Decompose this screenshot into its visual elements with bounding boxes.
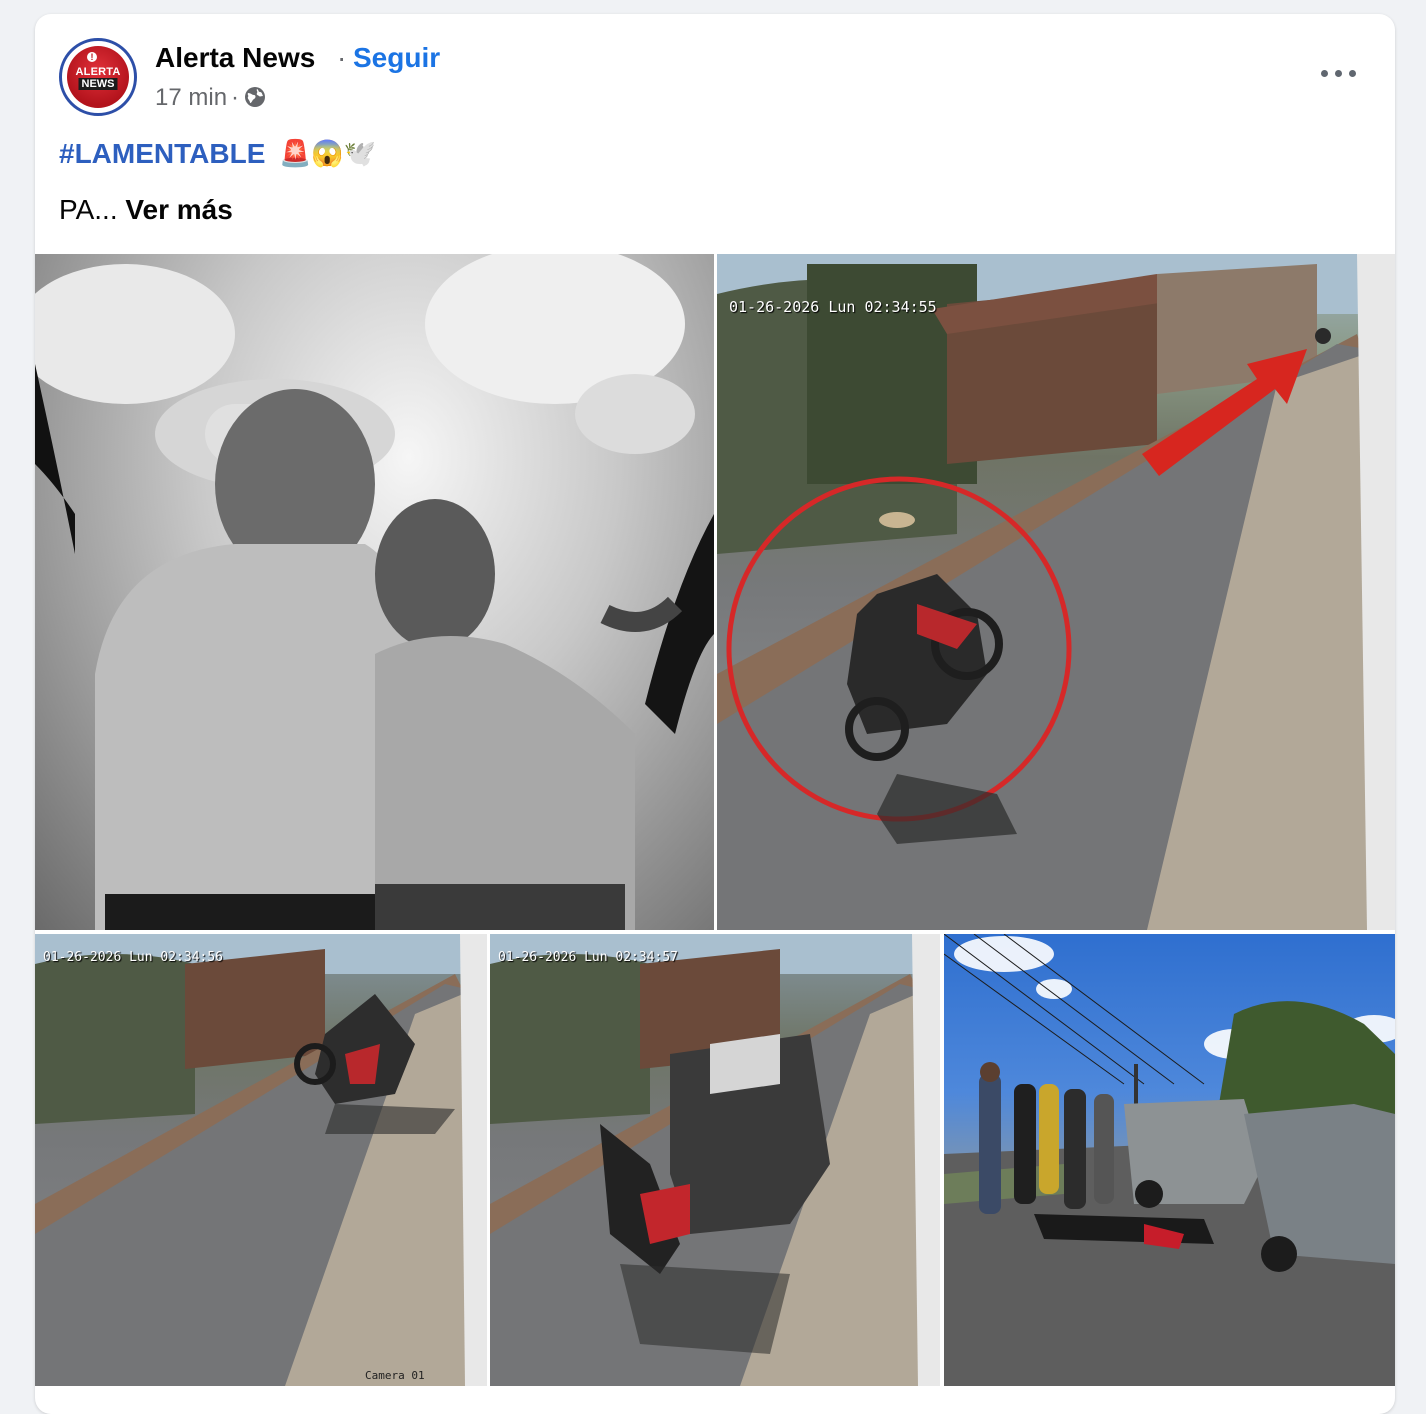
photo-cctv-collision-1[interactable]: 01-26-2026 Lun 02:34:56 Camera 01 [35,934,487,1386]
more-options-icon[interactable] [1319,58,1359,88]
header-separator: · [337,42,347,73]
alerta-news-logo: ! ALERTA NEWS [67,46,129,108]
photo-accident-scene[interactable] [944,934,1395,1386]
camera-label: Camera 01 [365,1369,425,1382]
cctv-collision-1-illustration [35,934,487,1386]
post-card: ! ALERTA NEWS Alerta News · Seguir 17 mi… [35,14,1395,1414]
cctv-collision-2-illustration [490,934,940,1386]
follow-button[interactable]: Seguir [353,42,440,74]
cctv-timestamp: 01-26-2026 Lun 02:34:56 [43,950,224,965]
alert-icon: ! [87,52,97,62]
post-text: PA... Ver más [59,194,233,226]
post-header: ! ALERTA NEWS Alerta News · Seguir 17 mi… [35,14,1395,124]
page-name-link[interactable]: Alerta News [155,42,315,74]
memorial-portrait-illustration [35,254,714,930]
hashtag-link[interactable]: #LAMENTABLE [59,138,265,170]
cctv-timestamp: 01-26-2026 Lun 02:34:57 [498,950,679,965]
see-more-link[interactable]: Ver más [125,194,232,225]
cctv-scene-illustration [717,254,1395,930]
post-emojis: 🚨😱🕊️ [279,138,377,168]
globe-icon[interactable] [243,85,267,116]
photo-memorial-portrait[interactable] [35,254,714,930]
accident-scene-illustration [944,934,1395,1386]
post-time[interactable]: 17 min [155,84,227,111]
meta-dot: · [231,84,240,111]
logo-text-alerta: ALERTA [75,66,121,78]
cctv-timestamp: 01-26-2026 Lun 02:34:55 [729,298,937,316]
logo-text-news: NEWS [78,78,118,90]
photo-cctv-motorcycle[interactable]: 01-26-2026 Lun 02:34:55 [717,254,1395,930]
post-meta: 17 min · [155,84,267,116]
photo-cctv-collision-2[interactable]: 01-26-2026 Lun 02:34:57 [490,934,940,1386]
post-body-text: PA... [59,194,118,225]
page-avatar[interactable]: ! ALERTA NEWS [59,38,137,116]
